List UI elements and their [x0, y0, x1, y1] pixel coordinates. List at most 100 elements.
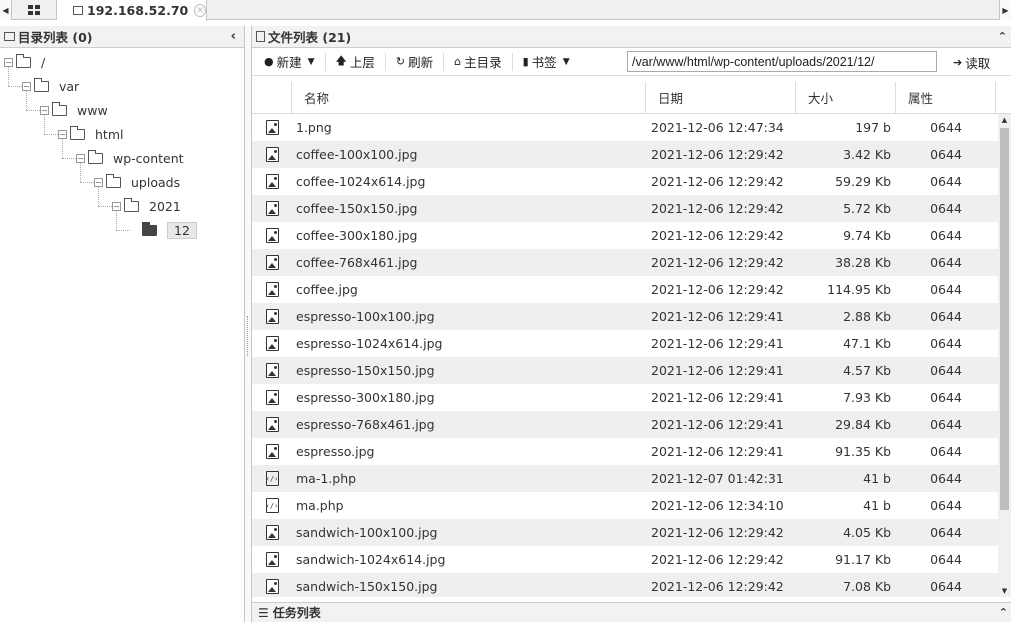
caret-down-icon: ▼: [562, 56, 570, 67]
row-icon-cell: [252, 336, 292, 351]
collapse-toggle-icon[interactable]: −: [40, 105, 49, 115]
table-row[interactable]: espresso.jpg 2021-12-06 12:29:41 91.35 Kb 0…: [252, 438, 1011, 465]
header-date[interactable]: 日期: [646, 82, 796, 113]
tree-node[interactable]: − 2021: [112, 196, 181, 216]
tree-node[interactable]: − wp-content: [76, 148, 184, 168]
table-row[interactable]: ‹/› ma-1.php 2021-12-07 01:42:31 41 b 0644: [252, 465, 1011, 492]
table-row[interactable]: sandwich-150x150.jpg 2021-12-06 12:29:42 7…: [252, 573, 1011, 597]
file-attr: 0644: [930, 525, 962, 540]
toolbar-divider: [324, 52, 326, 71]
table-row[interactable]: coffee-1024x614.jpg 2021-12-06 12:29:42 59…: [252, 168, 1011, 195]
tree-connector: [98, 206, 112, 207]
tab-home[interactable]: [12, 0, 57, 20]
new-button[interactable]: ● 新建 ▼: [260, 52, 319, 72]
image-file-icon: [265, 336, 279, 351]
bookmark-button[interactable]: ▮ 书签 ▼: [519, 52, 574, 72]
scroll-down-icon[interactable]: ▼: [998, 585, 1011, 597]
tree-connector: [26, 110, 40, 111]
image-file-icon: [265, 282, 279, 297]
file-date: 2021-12-06 12:29:42: [651, 147, 784, 162]
path-input[interactable]: [627, 51, 937, 72]
folder-icon: [16, 53, 31, 68]
collapse-toggle-icon[interactable]: −: [112, 201, 121, 211]
table-row[interactable]: 1.png 2021-12-06 12:47:34 197 b 0644: [252, 114, 1011, 141]
collapse-toggle-icon[interactable]: −: [22, 81, 31, 91]
header-name[interactable]: 名称: [292, 82, 646, 113]
code-file-icon: ‹/›: [265, 471, 279, 486]
image-file-icon: [265, 255, 279, 270]
row-icon-cell: [252, 579, 292, 594]
table-row[interactable]: sandwich-1024x614.jpg 2021-12-06 12:29:42…: [252, 546, 1011, 573]
file-date: 2021-12-06 12:47:34: [651, 120, 784, 135]
file-scrollbar[interactable]: ▲ ▼: [998, 114, 1011, 597]
read-button-label: 读取: [965, 55, 991, 71]
tree-node[interactable]: − html: [58, 124, 123, 144]
file-size: 29.84 Kb: [835, 417, 891, 432]
collapse-toggle-icon[interactable]: −: [4, 57, 13, 67]
table-row[interactable]: espresso-768x461.jpg 2021-12-06 12:29:41 2…: [252, 411, 1011, 438]
file-date: 2021-12-06 12:29:42: [651, 228, 784, 243]
collapse-toggle-icon[interactable]: −: [94, 177, 103, 187]
file-name: espresso-300x180.jpg: [296, 390, 435, 405]
tab-scroll-left-icon[interactable]: ◀: [0, 0, 12, 20]
table-row[interactable]: coffee-100x100.jpg 2021-12-06 12:29:42 3.4…: [252, 141, 1011, 168]
home-button[interactable]: ⌂ 主目录: [450, 52, 506, 72]
image-file-icon: [265, 525, 279, 540]
header-icon-col: [252, 82, 292, 113]
grid-header: 名称 日期 大小 属性: [252, 82, 1011, 114]
tree-node[interactable]: − www: [40, 100, 108, 120]
table-row[interactable]: espresso-150x150.jpg 2021-12-06 12:29:41 4…: [252, 357, 1011, 384]
close-icon[interactable]: ✕: [194, 4, 206, 17]
file-name: 1.png: [296, 120, 332, 135]
table-row[interactable]: coffee-300x180.jpg 2021-12-06 12:29:42 9.7…: [252, 222, 1011, 249]
file-panel-title: 文件列表 (21): [268, 30, 352, 45]
collapse-up-icon[interactable]: ⌃: [998, 30, 1007, 43]
scroll-thumb[interactable]: [1000, 128, 1009, 510]
header-attr[interactable]: 属性: [896, 82, 996, 113]
tree-connector: [8, 67, 9, 86]
table-row[interactable]: coffee.jpg 2021-12-06 12:29:42 114.95 Kb 06…: [252, 276, 1011, 303]
row-icon-cell: [252, 363, 292, 378]
image-file-icon: [265, 579, 279, 594]
image-file-icon: [265, 390, 279, 405]
read-button[interactable]: ➔ 读取: [949, 52, 994, 72]
file-date: 2021-12-06 12:29:42: [651, 201, 784, 216]
row-icon-cell: [252, 228, 292, 243]
tree-node[interactable]: 12: [130, 220, 197, 240]
file-size: 38.28 Kb: [835, 255, 891, 270]
file-name: sandwich-100x100.jpg: [296, 525, 438, 540]
file-size: 4.57 Kb: [843, 363, 891, 378]
collapse-left-icon[interactable]: ‹: [231, 29, 236, 44]
refresh-button[interactable]: ↻ 刷新: [392, 52, 437, 72]
table-row[interactable]: sandwich-100x100.jpg 2021-12-06 12:29:42 4…: [252, 519, 1011, 546]
up-button[interactable]: 🡅 上层: [332, 52, 379, 72]
file-attr: 0644: [930, 390, 962, 405]
tree-node-label: uploads: [131, 174, 181, 190]
table-row[interactable]: ‹/› ma.php 2021-12-06 12:34:10 41 b 0644: [252, 492, 1011, 519]
table-row[interactable]: coffee-150x150.jpg 2021-12-06 12:29:42 5.7…: [252, 195, 1011, 222]
table-row[interactable]: coffee-768x461.jpg 2021-12-06 12:29:42 38.…: [252, 249, 1011, 276]
file-name: coffee.jpg: [296, 282, 358, 297]
table-row[interactable]: espresso-100x100.jpg 2021-12-06 12:29:41 2…: [252, 303, 1011, 330]
tab-scroll-right-icon[interactable]: ▶: [999, 0, 1011, 20]
file-date: 2021-12-06 12:29:41: [651, 417, 784, 432]
tree-node[interactable]: − var: [22, 76, 79, 96]
folder-icon: [73, 6, 83, 15]
file-size: 7.93 Kb: [843, 390, 891, 405]
file-name: espresso-150x150.jpg: [296, 363, 435, 378]
scroll-up-icon[interactable]: ▲: [998, 114, 1011, 126]
tree-node[interactable]: − uploads: [94, 172, 180, 192]
table-row[interactable]: espresso-300x180.jpg 2021-12-06 12:29:41 7…: [252, 384, 1011, 411]
table-row[interactable]: espresso-1024x614.jpg 2021-12-06 12:29:41…: [252, 330, 1011, 357]
file-size: 91.17 Kb: [835, 552, 891, 567]
file-date: 2021-12-06 12:29:41: [651, 444, 784, 459]
expand-up-icon[interactable]: ⌃: [999, 606, 1008, 619]
file-attr: 0644: [930, 255, 962, 270]
tree-node[interactable]: − /: [4, 52, 45, 72]
tab-host[interactable]: 192.168.52.70 ✕: [57, 0, 207, 21]
header-size[interactable]: 大小: [796, 82, 896, 113]
row-icon-cell: [252, 255, 292, 270]
collapse-toggle-icon[interactable]: −: [58, 129, 67, 139]
collapse-toggle-icon[interactable]: −: [76, 153, 85, 163]
image-file-icon: [265, 120, 279, 135]
